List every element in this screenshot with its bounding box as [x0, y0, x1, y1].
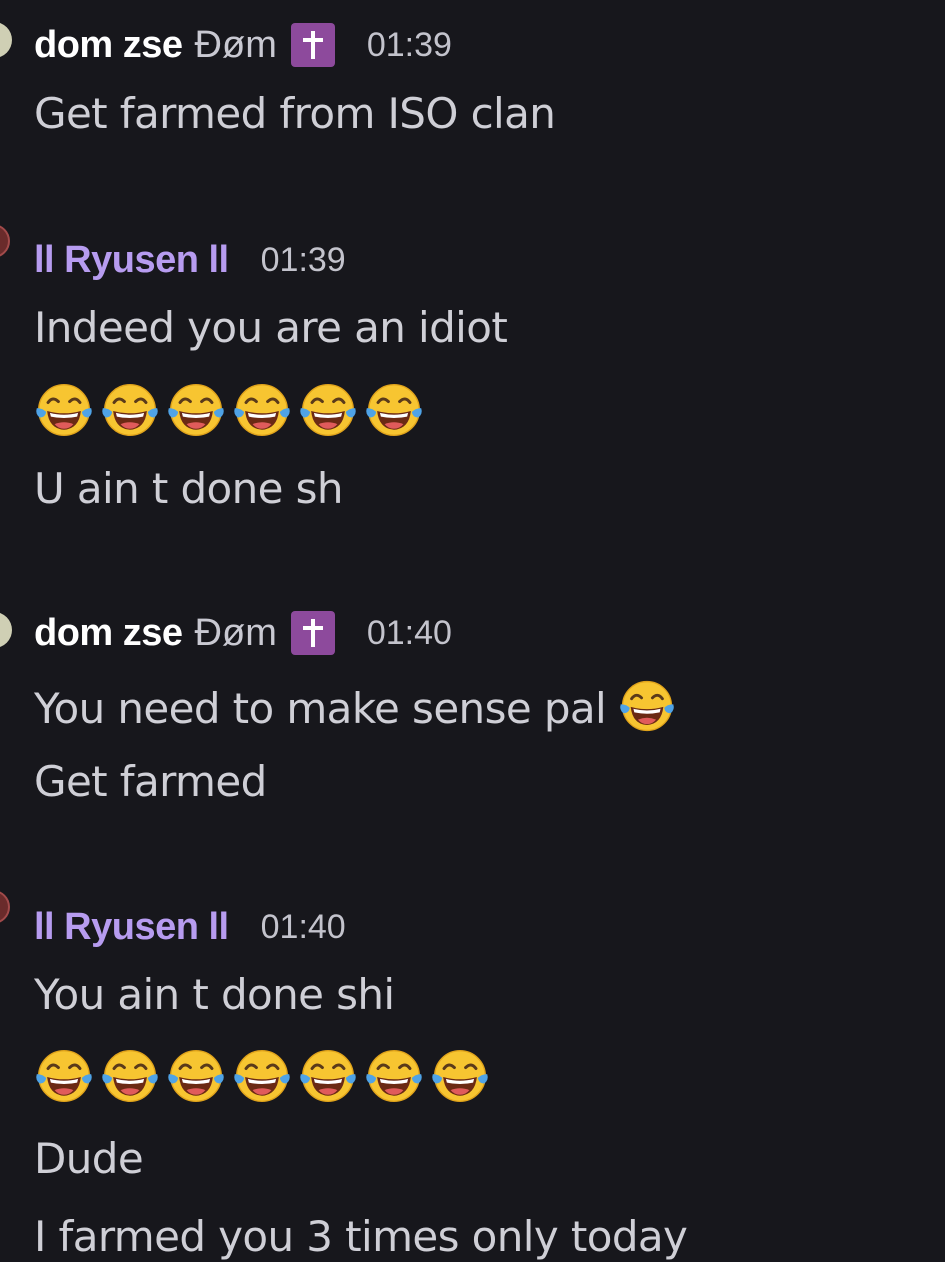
- emoji-row: [34, 380, 430, 440]
- face-with-tears-of-joy-icon: [34, 1046, 94, 1106]
- emoji-row: [34, 1046, 496, 1106]
- face-with-tears-of-joy-icon: [100, 380, 160, 440]
- chat-log: dom zse Đøm 01:39 Get farmed from ISO cl…: [0, 0, 945, 1261]
- message-text-with-emoji: You need to make sense pal: [34, 677, 676, 735]
- face-with-tears-of-joy-icon: [364, 1046, 424, 1106]
- face-with-tears-of-joy-icon: [298, 1046, 358, 1106]
- timestamp: 01:39: [366, 25, 452, 64]
- face-with-tears-of-joy-icon: [430, 1046, 490, 1106]
- face-with-tears-of-joy-icon: [232, 380, 292, 440]
- message-text: You need to make sense pal: [34, 684, 607, 733]
- face-with-tears-of-joy-icon: [618, 677, 676, 735]
- face-with-tears-of-joy-icon: [232, 1046, 292, 1106]
- timestamp: 01:40: [260, 907, 346, 946]
- latin-cross-icon: [290, 23, 335, 67]
- face-with-tears-of-joy-icon: [34, 380, 94, 440]
- face-with-tears-of-joy-icon: [364, 380, 424, 440]
- face-with-tears-of-joy-icon: [166, 380, 226, 440]
- face-with-tears-of-joy-icon: [166, 1046, 226, 1106]
- user-tag: Đøm: [194, 23, 277, 66]
- username[interactable]: dom zse: [34, 612, 183, 655]
- user-tag: Đøm: [194, 611, 277, 654]
- username[interactable]: ll Ryusen ll: [34, 239, 229, 282]
- message-header: ll Ryusen ll 01:39: [34, 235, 346, 285]
- avatar[interactable]: [0, 612, 12, 648]
- message-header: dom zse Đøm 01:40: [34, 608, 452, 658]
- message-header: dom zse Đøm 01:39: [34, 20, 452, 70]
- username[interactable]: ll Ryusen ll: [34, 906, 229, 949]
- message-text: Get farmed from ISO clan: [34, 89, 556, 138]
- timestamp: 01:39: [260, 240, 346, 279]
- message-text: Get farmed: [34, 757, 267, 806]
- message-text: You ain t done shi: [34, 970, 395, 1019]
- face-with-tears-of-joy-icon: [298, 380, 358, 440]
- latin-cross-icon: [290, 611, 335, 655]
- message-header: ll Ryusen ll 01:40: [34, 902, 346, 952]
- message-text: I farmed you 3 times only today: [34, 1212, 688, 1261]
- username[interactable]: dom zse: [34, 24, 183, 67]
- avatar[interactable]: [0, 22, 12, 58]
- message-text: Dude: [34, 1134, 144, 1183]
- timestamp: 01:40: [366, 613, 452, 652]
- avatar[interactable]: [0, 224, 10, 258]
- avatar[interactable]: [0, 890, 10, 924]
- face-with-tears-of-joy-icon: [100, 1046, 160, 1106]
- message-text: U ain t done sh: [34, 464, 344, 513]
- message-text: Indeed you are an idiot: [34, 303, 508, 352]
